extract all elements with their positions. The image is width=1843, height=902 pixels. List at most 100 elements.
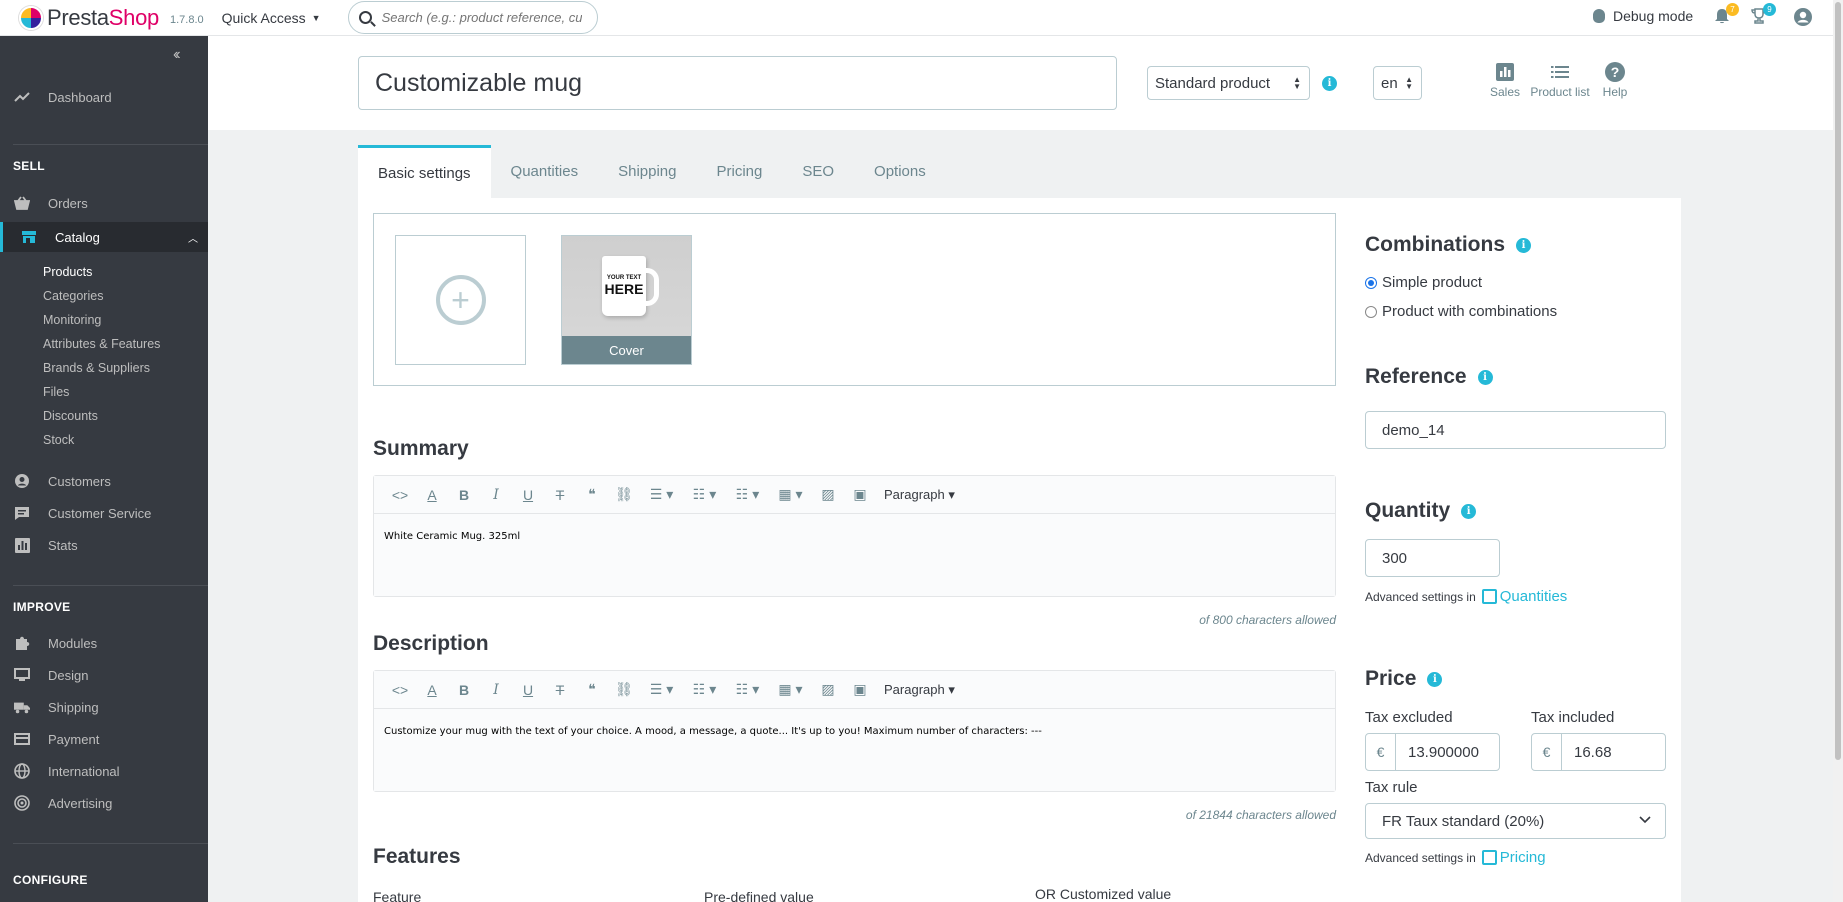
blockquote-icon[interactable]: ❝ <box>576 681 608 698</box>
media-icon[interactable]: ▣ <box>844 486 876 503</box>
underline-icon[interactable]: U <box>512 487 544 503</box>
trophy-badge: 9 <box>1763 3 1776 16</box>
sidebar-subitem-monitoring[interactable]: Monitoring <box>43 313 101 327</box>
sidebar-subitem-categories[interactable]: Categories <box>43 289 103 303</box>
sidebar-item-design[interactable]: Design <box>0 662 208 688</box>
code-icon[interactable]: <> <box>384 487 416 503</box>
combinations-title: Combinations i <box>1365 233 1531 257</box>
price-info-icon[interactable]: i <box>1427 671 1443 687</box>
table-icon[interactable]: ▦ ▾ <box>769 681 812 698</box>
prestashop-logo[interactable]: PrestaShop <box>19 5 159 31</box>
italic-icon[interactable]: I <box>480 487 512 503</box>
tab-shipping[interactable]: Shipping <box>598 145 696 198</box>
target-icon <box>14 795 30 811</box>
cover-label: Cover <box>562 336 691 364</box>
sidebar-subitem-brands[interactable]: Brands & Suppliers <box>43 361 150 375</box>
trophy-button[interactable]: 9 <box>1750 3 1776 27</box>
table-icon[interactable]: ▦ ▾ <box>769 486 812 503</box>
tab-quantities[interactable]: Quantities <box>491 145 599 198</box>
search-bar[interactable] <box>347 1 598 34</box>
image-icon[interactable]: ▨ <box>812 681 844 698</box>
strikethrough-icon[interactable]: T <box>544 682 576 698</box>
tax-excluded-label: Tax excluded <box>1365 709 1453 726</box>
media-icon[interactable]: ▣ <box>844 681 876 698</box>
sidebar-subitem-products[interactable]: Products <box>43 265 92 279</box>
sidebar-item-payment[interactable]: Payment <box>0 726 208 752</box>
language-select[interactable]: en ▲ ▼ <box>1373 66 1422 100</box>
sidebar-item-customers[interactable]: Customers <box>0 468 208 494</box>
pricing-link[interactable]: Pricing <box>1481 849 1546 866</box>
sales-button[interactable]: Sales <box>1488 61 1522 99</box>
product-with-combinations-radio[interactable]: Product with combinations <box>1365 303 1557 320</box>
sidebar-item-stats[interactable]: Stats <box>0 532 208 558</box>
align-dropdown-icon[interactable]: ☰ ▾ <box>640 486 683 503</box>
bug-icon <box>1593 9 1605 23</box>
product-type-info-icon[interactable]: i <box>1322 76 1337 91</box>
quick-access-dropdown[interactable]: Quick Access ▼ <box>222 10 321 26</box>
page-scrollbar[interactable] <box>1833 0 1843 902</box>
sidebar-subitem-discounts[interactable]: Discounts <box>43 409 98 423</box>
simple-product-radio[interactable]: Simple product <box>1365 274 1482 291</box>
sidebar-item-catalog[interactable]: Catalog ︿ <box>0 222 208 252</box>
quantity-input[interactable]: 300 <box>1365 539 1500 577</box>
paragraph-dropdown[interactable]: Paragraph ▾ <box>884 682 955 698</box>
bold-icon[interactable]: B <box>448 487 480 503</box>
strikethrough-icon[interactable]: T <box>544 487 576 503</box>
quantities-advanced-settings: Advanced settings in Quantities <box>1365 588 1568 605</box>
sidebar-item-advertising[interactable]: Advertising <box>0 790 208 816</box>
external-link-icon <box>1481 589 1497 604</box>
text-color-icon[interactable]: A <box>416 682 448 698</box>
quantities-link[interactable]: Quantities <box>1481 588 1567 605</box>
sidebar-item-orders[interactable]: Orders <box>0 190 208 216</box>
tab-basic-settings[interactable]: Basic settings <box>358 145 491 198</box>
radio-unchecked <box>1365 305 1377 318</box>
blockquote-icon[interactable]: ❝ <box>576 486 608 503</box>
tab-options[interactable]: Options <box>854 145 946 198</box>
tab-seo[interactable]: SEO <box>782 145 854 198</box>
bold-icon[interactable]: B <box>448 682 480 698</box>
tab-pricing[interactable]: Pricing <box>696 145 782 198</box>
align-dropdown-icon[interactable]: ☰ ▾ <box>640 681 683 698</box>
price-tax-included-input[interactable]: € 16.68 <box>1531 733 1666 771</box>
sidebar-item-dashboard[interactable]: Dashboard <box>0 84 208 110</box>
notifications-bell-button[interactable]: 7 <box>1713 3 1739 27</box>
sidebar-item-modules[interactable]: Modules <box>0 630 208 656</box>
description-text-area[interactable]: Customize your mug with the text of your… <box>374 709 1335 791</box>
italic-icon[interactable]: I <box>480 682 512 698</box>
numbered-list-icon[interactable]: ☷ ▾ <box>726 681 769 698</box>
bullet-list-icon[interactable]: ☷ ▾ <box>683 681 726 698</box>
text-color-icon[interactable]: A <box>416 487 448 503</box>
employee-account-button[interactable] <box>1793 7 1813 27</box>
numbered-list-icon[interactable]: ☷ ▾ <box>726 486 769 503</box>
link-icon[interactable]: ⛓ <box>608 681 640 698</box>
product-image-thumbnail[interactable]: YOUR TEXT HERE Cover <box>561 235 692 365</box>
tax-rule-select[interactable]: FR Taux standard (20%) <box>1365 803 1666 839</box>
collapse-sidebar-icon[interactable]: ‹‹ <box>173 46 180 64</box>
summary-text-area[interactable]: White Ceramic Mug. 325ml <box>374 514 1335 596</box>
search-input[interactable] <box>381 10 582 25</box>
sidebar-item-international[interactable]: International <box>0 758 208 784</box>
sidebar-subitem-attributes[interactable]: Attributes & Features <box>43 337 160 351</box>
paragraph-dropdown[interactable]: Paragraph ▾ <box>884 487 955 503</box>
product-list-button[interactable]: Product list <box>1527 61 1593 99</box>
reference-info-icon[interactable]: i <box>1477 369 1493 385</box>
underline-icon[interactable]: U <box>512 682 544 698</box>
scrollbar-thumb[interactable] <box>1835 2 1841 760</box>
quantity-info-icon[interactable]: i <box>1461 503 1477 519</box>
link-icon[interactable]: ⛓ <box>608 486 640 503</box>
sidebar-item-customer-service[interactable]: Customer Service <box>0 500 208 526</box>
combinations-info-icon[interactable]: i <box>1516 237 1531 253</box>
debug-mode-indicator[interactable]: Debug mode <box>1593 8 1693 24</box>
reference-input[interactable]: demo_14 <box>1365 411 1666 449</box>
sidebar-item-shipping[interactable]: Shipping <box>0 694 208 720</box>
code-icon[interactable]: <> <box>384 682 416 698</box>
product-type-select[interactable]: Standard product ▲ ▼ <box>1147 66 1310 100</box>
image-icon[interactable]: ▨ <box>812 486 844 503</box>
bullet-list-icon[interactable]: ☷ ▾ <box>683 486 726 503</box>
product-name-input[interactable]: Customizable mug <box>358 56 1117 110</box>
sidebar-subitem-files[interactable]: Files <box>43 385 69 399</box>
add-image-button[interactable]: + <box>395 235 526 365</box>
price-tax-excluded-input[interactable]: € 13.900000 <box>1365 733 1500 771</box>
help-button[interactable]: ? Help <box>1598 61 1632 99</box>
sidebar-subitem-stock[interactable]: Stock <box>43 433 74 447</box>
